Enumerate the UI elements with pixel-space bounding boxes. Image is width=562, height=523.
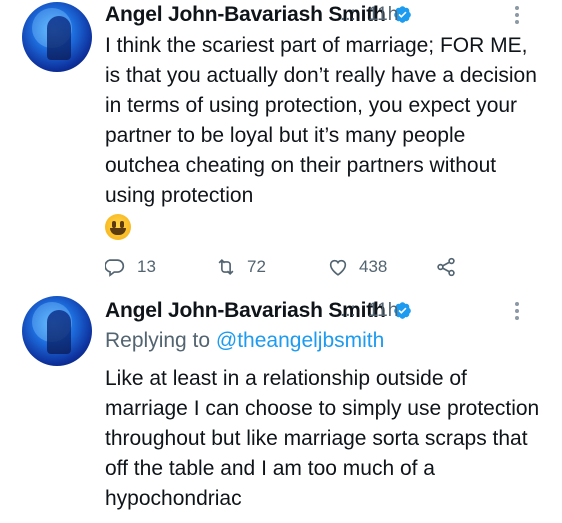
timestamp[interactable]: 11h [368,296,398,326]
tweet-text: Like at least in a relationship outside … [105,367,540,510]
more-options-icon[interactable] [514,302,520,322]
tweet-text: I think the scariest part of marriage; F… [105,31,545,241]
replying-to-handle-link[interactable]: @theangeljbsmith [216,329,384,352]
retweet-icon [218,258,234,276]
author-avatar[interactable] [22,296,92,366]
like-count: 438 [359,257,388,276]
author-avatar[interactable] [22,2,92,72]
tweet[interactable]: Angel John-Bavariash Smith ..: 11h I thi… [0,0,562,292]
tweet-body: I think the scariest part of marriage; F… [105,34,537,207]
grinning-face-emoji [105,214,131,241]
replying-to: Replying to @theangeljbsmith [105,326,384,356]
like-button[interactable]: 438 [327,254,387,280]
more-options-icon[interactable] [514,6,520,26]
tweet-actions: 13 72 438 [105,254,545,280]
reply-button[interactable]: 13 [105,254,156,280]
tweet-header: Angel John-Bavariash Smith [105,296,412,326]
reply-count: 13 [137,257,156,276]
tweet[interactable]: Angel John-Bavariash Smith ..: 11h Reply… [0,292,562,523]
replying-to-label: Replying to [105,329,211,352]
retweet-button[interactable]: 72 [215,254,266,280]
reply-icon [105,259,125,277]
timestamp[interactable]: 11h [368,0,398,30]
tweet-header: Angel John-Bavariash Smith [105,0,412,30]
heart-icon [329,259,347,276]
separator: ..: [340,4,356,25]
share-icon [437,257,455,277]
separator: ..: [340,300,356,321]
share-button[interactable] [435,254,467,280]
retweet-count: 72 [247,257,266,276]
